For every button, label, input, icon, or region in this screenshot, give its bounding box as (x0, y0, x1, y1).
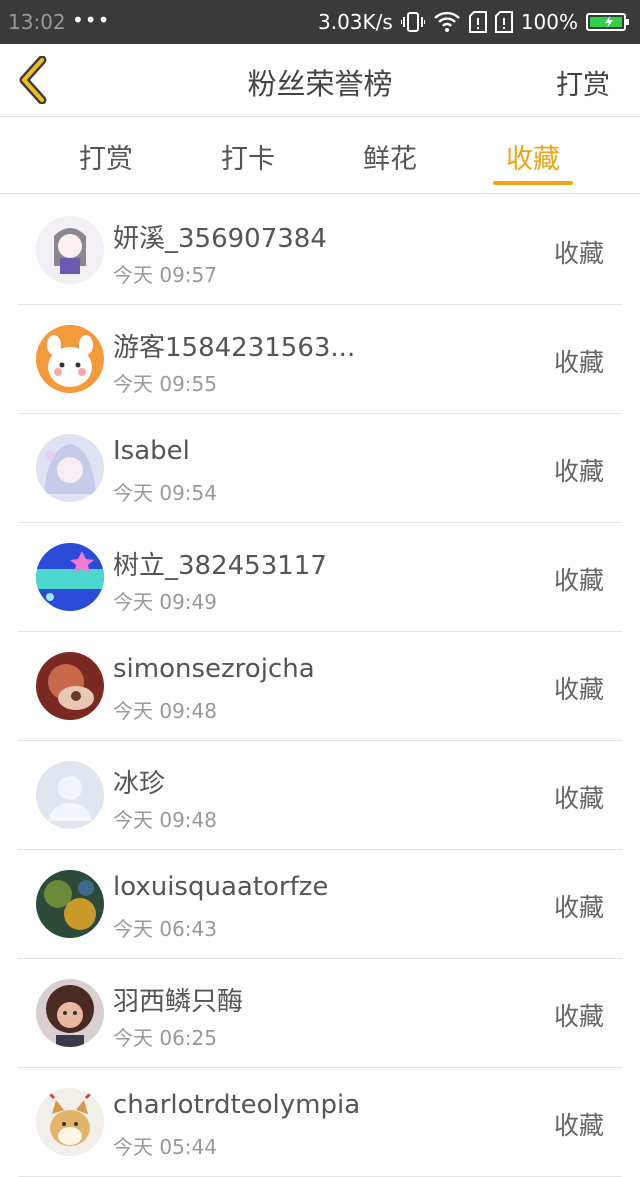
timestamp: 今天 09:48 (113, 699, 217, 723)
action-label: 收藏 (553, 1111, 604, 1140)
user-name: simonsezrojcha (113, 654, 315, 684)
user-name: charlotrdteolympia (113, 1090, 361, 1120)
list-item[interactable]: 树立_382453117 今天 09:49 收藏 (18, 523, 622, 632)
user-name: 妍溪_356907384 (113, 224, 327, 254)
action-label: 收藏 (553, 784, 604, 813)
battery-icon (586, 12, 632, 32)
sim2-icon (494, 11, 513, 33)
sim1-icon (468, 11, 487, 33)
status-time: 13:02 (8, 10, 66, 34)
avatar (36, 543, 104, 611)
avatar (36, 1088, 104, 1156)
user-name: 羽西鳞只酶 (113, 987, 244, 1017)
action-label: 收藏 (553, 239, 604, 268)
action-label: 收藏 (553, 457, 604, 486)
tab-flowers[interactable]: 鲜花 (350, 137, 430, 176)
reward-button[interactable]: 打赏 (556, 63, 610, 102)
vibrate-icon (400, 11, 425, 33)
timestamp: 今天 05:44 (113, 1135, 217, 1159)
list-item[interactable]: 妍溪_356907384 今天 09:57 收藏 (18, 196, 622, 305)
list-item[interactable]: 冰珍 今天 09:48 收藏 (18, 741, 622, 850)
timestamp: 今天 06:25 (113, 1026, 217, 1050)
avatar (36, 652, 104, 720)
tab-reward[interactable]: 打赏 (66, 137, 146, 176)
timestamp: 今天 09:57 (113, 263, 217, 287)
tab-bar: 打赏 打卡 鲜花 收藏 (0, 117, 640, 194)
list-item[interactable]: 游客1584231563... 今天 09:55 收藏 (18, 305, 622, 414)
status-bar: 13:02 ••• 3.03K/s 100% (0, 0, 640, 44)
timestamp: 今天 09:49 (113, 590, 217, 614)
action-label: 收藏 (553, 566, 604, 595)
timestamp: 今天 09:48 (113, 808, 217, 832)
list-item[interactable]: Isabel 今天 09:54 收藏 (18, 414, 622, 523)
active-tab-indicator (493, 181, 573, 185)
fan-list: 妍溪_356907384 今天 09:57 收藏 游客1584231563...… (18, 196, 622, 1177)
user-name: loxuisquaatorfze (113, 872, 329, 902)
list-item[interactable]: 羽西鳞只酶 今天 06:25 收藏 (18, 959, 622, 1068)
user-name: Isabel (113, 436, 190, 466)
timestamp: 今天 06:43 (113, 917, 217, 941)
tab-favorites-label: 收藏 (506, 144, 560, 175)
action-label: 收藏 (553, 348, 604, 377)
timestamp: 今天 09:54 (113, 481, 217, 505)
action-label: 收藏 (553, 675, 604, 704)
status-right: 3.03K/s 100% (318, 8, 632, 36)
page-title: 粉丝荣誉榜 (247, 67, 393, 101)
avatar (36, 216, 104, 284)
user-name: 游客1584231563... (113, 333, 356, 363)
timestamp: 今天 09:55 (113, 372, 217, 396)
user-name: 树立_382453117 (113, 551, 327, 581)
avatar (36, 979, 104, 1047)
user-name: 冰珍 (113, 769, 166, 799)
avatar (36, 325, 104, 393)
battery-percent: 100% (520, 10, 578, 34)
avatar (36, 761, 104, 829)
app-header: 粉丝荣誉榜 打赏 (0, 44, 640, 117)
list-item[interactable]: loxuisquaatorfze 今天 06:43 收藏 (18, 850, 622, 959)
notification-dots: ••• (72, 8, 111, 32)
network-speed: 3.03K/s (318, 10, 393, 34)
avatar (36, 870, 104, 938)
action-label: 收藏 (553, 1002, 604, 1031)
list-item[interactable]: simonsezrojcha 今天 09:48 收藏 (18, 632, 622, 741)
action-label: 收藏 (553, 893, 604, 922)
list-item[interactable]: charlotrdteolympia 今天 05:44 收藏 (18, 1068, 622, 1177)
wifi-icon (433, 11, 461, 33)
tab-checkin[interactable]: 打卡 (208, 137, 288, 176)
tab-favorites[interactable]: 收藏 (493, 137, 573, 185)
avatar (36, 434, 104, 502)
